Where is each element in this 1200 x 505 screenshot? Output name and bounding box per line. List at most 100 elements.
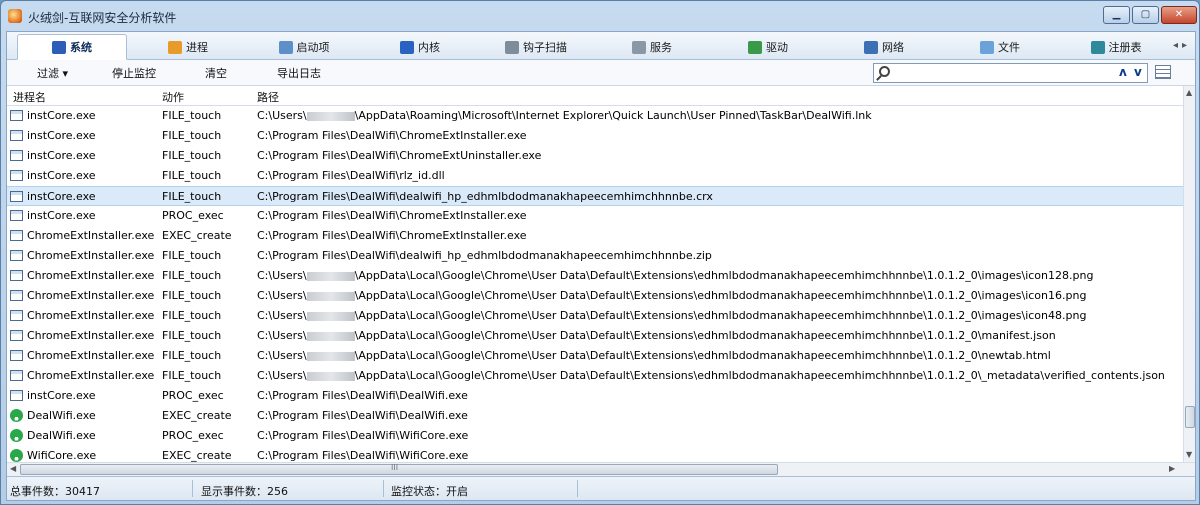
tab-0[interactable]: 系统 <box>17 34 127 60</box>
search-prev-button[interactable]: ʌ <box>1119 65 1127 79</box>
table-row[interactable]: ChromeExtInstaller.exe FILE_touch C:\Users… <box>7 286 1183 306</box>
path-text: C:\Users\ <box>257 329 307 342</box>
vertical-scroll-thumb[interactable] <box>1185 406 1195 428</box>
path-cell: C:\Program Files\DealWifi\dealwifi_hp_ed… <box>257 190 713 203</box>
horizontal-scroll-thumb[interactable] <box>20 463 778 475</box>
path-cell: C:\Users\ \AppData\Local\Google\Chrome\Us… <box>257 269 1093 282</box>
process-name-cell: WifiCore.exe <box>27 449 97 462</box>
exe-window-icon <box>10 290 23 301</box>
action-cell: EXEC_create <box>162 449 232 462</box>
action-cell: FILE_touch <box>162 309 222 322</box>
horizontal-scrollbar[interactable]: ◀ ▶ <box>7 462 1195 476</box>
tab-6[interactable]: 驱动 <box>713 34 823 60</box>
search-box[interactable]: ʌ v <box>873 63 1148 83</box>
path-text: C:\Program Files\DealWifi\ChromeExtUnins… <box>257 149 542 162</box>
exe-window-icon <box>10 370 23 381</box>
tab-2[interactable]: 启动项 <box>249 34 359 60</box>
tab-4[interactable]: 钩子扫描 <box>481 34 591 60</box>
scroll-up-arrow-icon[interactable]: ▲ <box>1186 88 1192 97</box>
table-row[interactable]: ChromeExtInstaller.exe FILE_touch C:\Users… <box>7 306 1183 326</box>
maximize-button[interactable]: ▢ <box>1132 6 1159 24</box>
redacted-username <box>306 291 355 301</box>
table-row[interactable]: instCore.exe FILE_touch C:\Program Files\D… <box>7 166 1183 186</box>
column-header-path[interactable]: 路径 <box>257 89 279 105</box>
action-cell: FILE_touch <box>162 249 222 262</box>
tab-scroll-arrows-icon[interactable]: ◂▸ <box>1173 40 1191 51</box>
window-title: 火绒剑-互联网安全分析软件 <box>28 11 177 25</box>
exe-window-icon <box>10 230 23 241</box>
toolbar: 过滤 ▾ 停止监控 清空 导出日志 ʌ v <box>7 60 1195 86</box>
column-header-action[interactable]: 动作 <box>162 89 184 105</box>
client-area: 系统 进程 启动项 内核 钩子扫描 服务 驱动 网络 文件 注册表 ◂▸ 过滤 ▾ 停止监控 清空 … <box>6 31 1196 501</box>
path-cell: C:\Program Files\DealWifi\rlz_id.dll <box>257 169 445 182</box>
table-row[interactable]: ChromeExtInstaller.exe FILE_touch C:\Users… <box>7 346 1183 366</box>
path-text: \AppData\Local\Google\Chrome\User Data\D… <box>354 349 1051 362</box>
tab-label: 注册表 <box>1108 41 1142 54</box>
clear-button[interactable]: 清空 <box>205 65 227 81</box>
tab-9[interactable]: 注册表 <box>1061 34 1171 60</box>
action-cell: PROC_exec <box>162 429 224 442</box>
event-list[interactable]: 进程名 动作 路径 instCore.exe FILE_touch C:\Users… <box>7 86 1183 462</box>
tab-label: 文件 <box>998 41 1020 54</box>
vertical-scrollbar[interactable]: ▲ ▼ <box>1183 86 1195 462</box>
tab-1[interactable]: 进程 <box>133 34 243 60</box>
column-settings-icon[interactable] <box>1155 65 1171 79</box>
column-header-name[interactable]: 进程名 <box>13 89 46 105</box>
path-text: \AppData\Local\Google\Chrome\User Data\D… <box>354 269 1094 282</box>
table-row[interactable]: ChromeExtInstaller.exe EXEC_create C:\Prog… <box>7 226 1183 246</box>
table-row[interactable]: ChromeExtInstaller.exe FILE_touch C:\Progr… <box>7 246 1183 266</box>
table-row[interactable]: instCore.exe FILE_touch C:\Program Files\D… <box>7 126 1183 146</box>
path-cell: C:\Program Files\DealWifi\ChromeExtInsta… <box>257 209 527 222</box>
scroll-left-arrow-icon[interactable]: ◀ <box>10 464 16 473</box>
table-row[interactable]: instCore.exe FILE_touch C:\Program Files\D… <box>7 146 1183 166</box>
startup-icon <box>278 40 293 54</box>
path-cell: C:\Program Files\DealWifi\DealWifi.exe <box>257 409 468 422</box>
table-row[interactable]: instCore.exe FILE_touch C:\Users\ \AppData\… <box>7 106 1183 126</box>
tab-3[interactable]: 内核 <box>365 34 475 60</box>
path-text: C:\Users\ <box>257 289 307 302</box>
tab-label: 网络 <box>882 41 904 54</box>
process-name-cell: instCore.exe <box>27 109 96 122</box>
table-row[interactable]: DealWifi.exe PROC_exec C:\Program Files\De… <box>7 426 1183 446</box>
tab-label: 系统 <box>70 41 92 54</box>
search-input[interactable] <box>896 65 1096 81</box>
exe-window-icon <box>10 130 23 141</box>
scroll-down-arrow-icon[interactable]: ▼ <box>1186 450 1192 459</box>
stop-monitor-button[interactable]: 停止监控 <box>112 65 156 81</box>
minimize-button[interactable]: ▁ <box>1103 6 1130 24</box>
tab-label: 进程 <box>186 41 208 54</box>
process-name-cell: ChromeExtInstaller.exe <box>27 369 155 382</box>
title-bar[interactable]: 火绒剑-互联网安全分析软件 ▁ ▢ ✕ <box>1 1 1199 31</box>
search-next-button[interactable]: v <box>1134 65 1142 79</box>
table-row[interactable]: DealWifi.exe EXEC_create C:\Program Files\… <box>7 406 1183 426</box>
path-text: C:\Program Files\DealWifi\DealWifi.exe <box>257 389 468 402</box>
exe-window-icon <box>10 390 23 401</box>
process-name-cell: ChromeExtInstaller.exe <box>27 289 155 302</box>
path-cell: C:\Program Files\DealWifi\WifiCore.exe <box>257 449 468 462</box>
table-row[interactable]: WifiCore.exe EXEC_create C:\Program Files\… <box>7 446 1183 462</box>
tab-8[interactable]: 文件 <box>945 34 1055 60</box>
tab-5[interactable]: 服务 <box>597 34 707 60</box>
table-row[interactable]: instCore.exe PROC_exec C:\Program Files\De… <box>7 206 1183 226</box>
tab-7[interactable]: 网络 <box>829 34 939 60</box>
status-shown-events: 显示事件数：256 <box>201 485 288 498</box>
table-row[interactable]: ChromeExtInstaller.exe FILE_touch C:\Users… <box>7 366 1183 386</box>
filter-dropdown[interactable]: 过滤 ▾ <box>37 65 68 81</box>
network-icon <box>864 40 878 54</box>
path-cell: C:\Users\ \AppData\Local\Google\Chrome\Us… <box>257 289 1086 302</box>
table-row[interactable]: instCore.exe PROC_exec C:\Program Files\De… <box>7 386 1183 406</box>
wifi-app-icon <box>10 409 23 422</box>
table-row[interactable]: ChromeExtInstaller.exe FILE_touch C:\Users… <box>7 326 1183 346</box>
export-log-button[interactable]: 导出日志 <box>277 65 321 81</box>
action-cell: FILE_touch <box>162 169 222 182</box>
search-icon <box>879 66 890 77</box>
registry-icon <box>1090 40 1105 54</box>
process-name-cell: instCore.exe <box>27 190 96 203</box>
path-cell: C:\Program Files\DealWifi\ChromeExtUnins… <box>257 149 541 162</box>
path-cell: C:\Users\ \AppData\Roaming\Microsoft\Inte… <box>257 109 872 122</box>
table-row[interactable]: instCore.exe FILE_touch C:\Program Files\D… <box>7 186 1183 206</box>
table-row[interactable]: ChromeExtInstaller.exe FILE_touch C:\Users… <box>7 266 1183 286</box>
tab-label: 内核 <box>418 41 440 54</box>
scroll-right-arrow-icon[interactable]: ▶ <box>1169 464 1175 473</box>
close-button[interactable]: ✕ <box>1161 6 1197 24</box>
